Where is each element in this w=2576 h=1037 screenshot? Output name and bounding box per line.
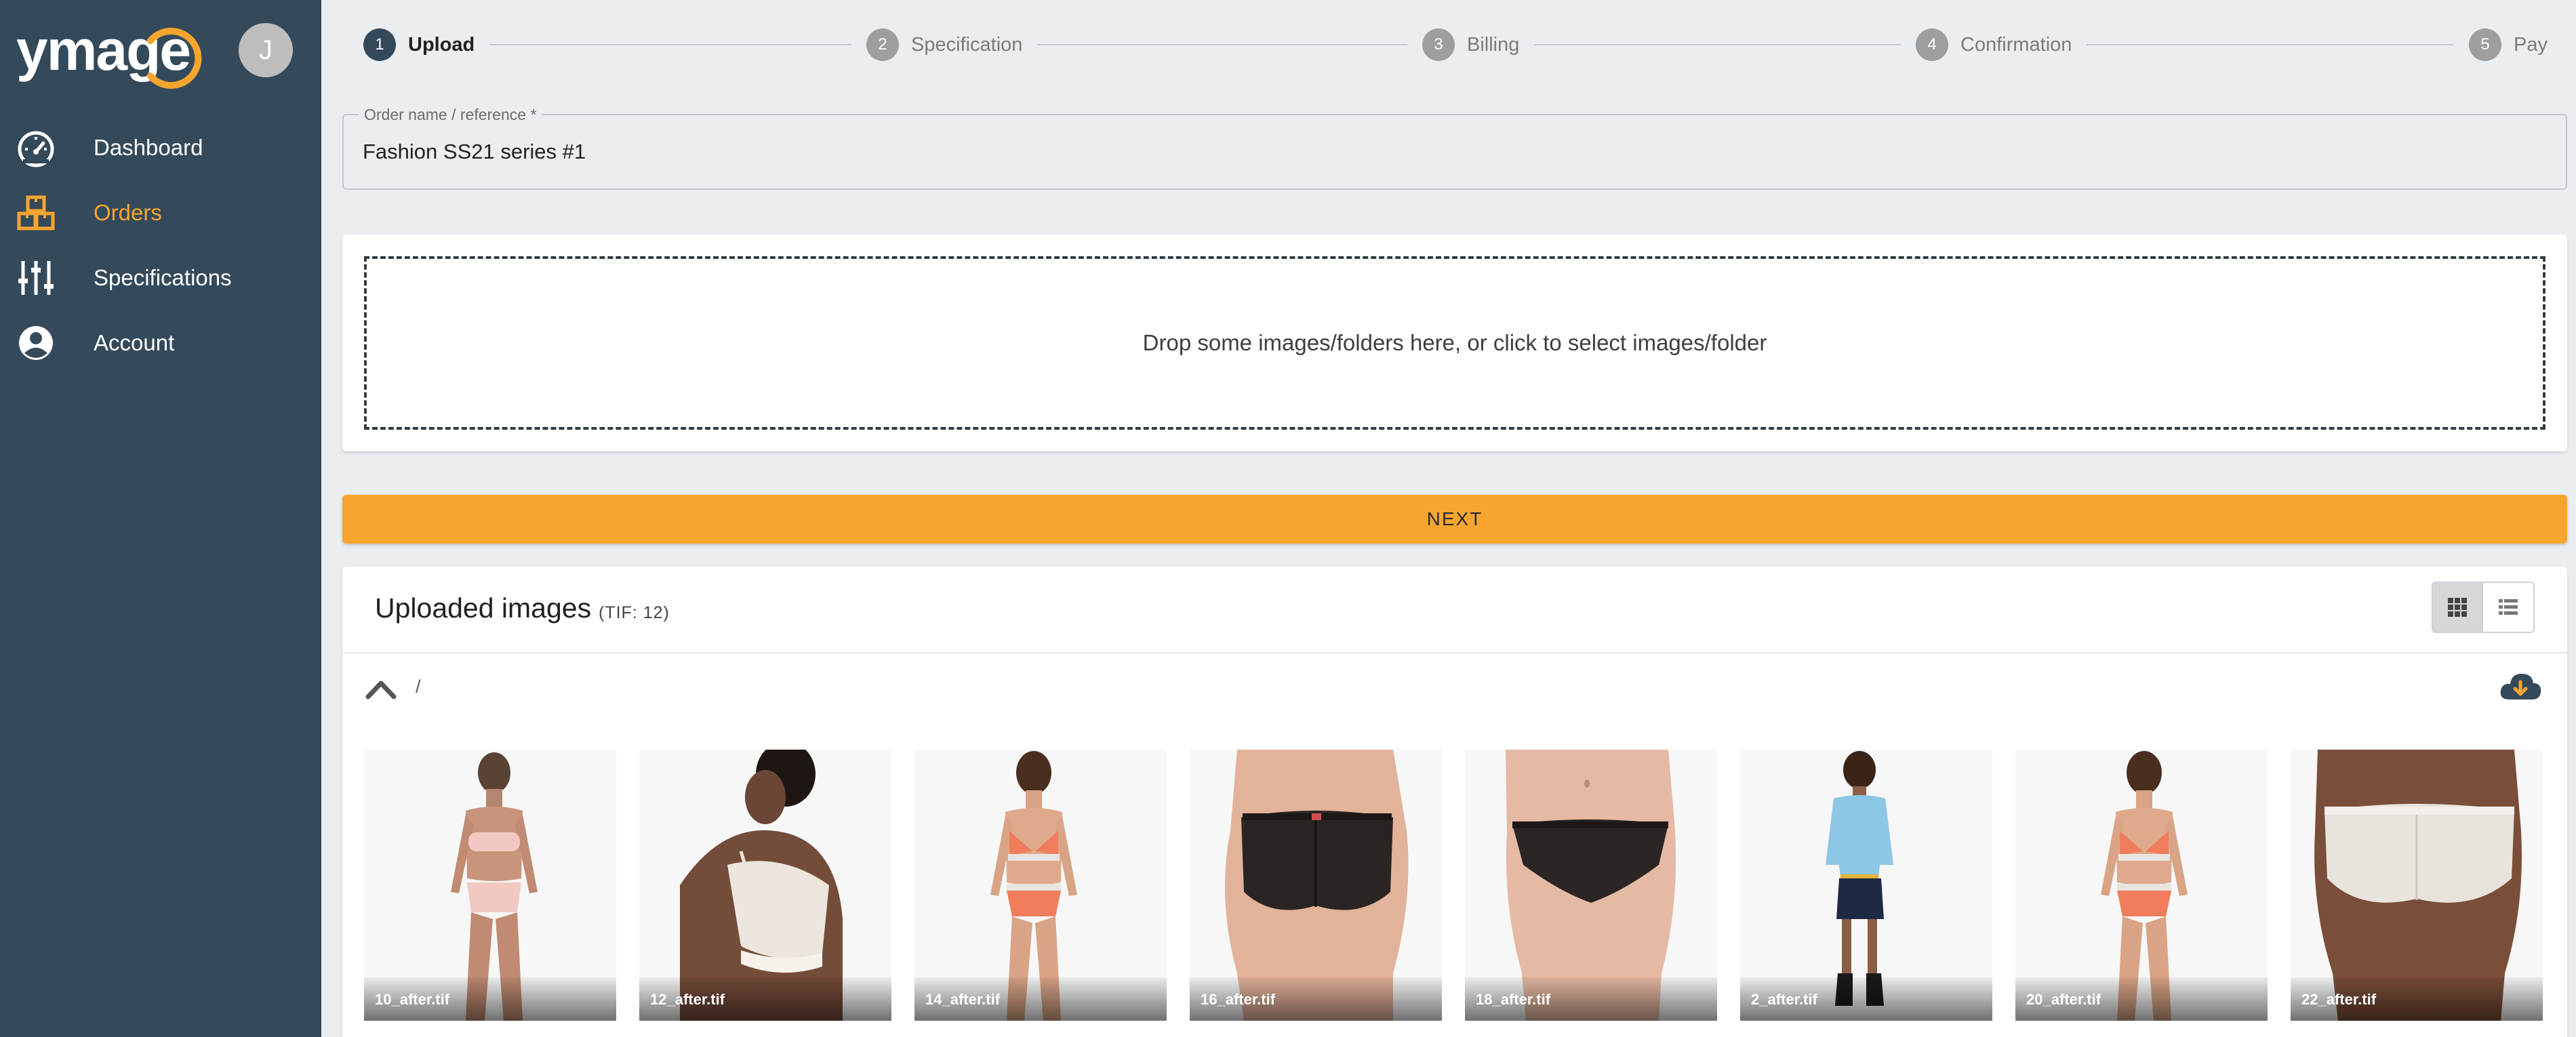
sidebar-item-dashboard[interactable]: Dashboard [0,115,321,180]
image-thumbnail[interactable]: 22_after.tif [2291,750,2543,1021]
thumbnail-caption: 20_after.tif [2015,977,2268,1021]
image-thumbnail[interactable]: 20_after.tif [2015,750,2268,1021]
thumbnail-caption: 22_after.tif [2291,977,2543,1021]
step-connector [2087,44,2454,45]
step-pay[interactable]: 5 Pay [2469,26,2548,64]
chevron-up-icon[interactable] [364,675,398,702]
image-thumbnail[interactable]: 16_after.tif [1190,750,1442,1021]
thumbnail-caption: 10_after.tif [364,977,616,1021]
step-label: Pay [2514,33,2548,56]
step-label: Specification [911,33,1023,56]
step-number: 3 [1422,28,1455,61]
list-view-icon [2499,599,2518,615]
order-name-label: Order name / reference * [359,106,542,124]
uploaded-images-title: Uploaded images [375,592,592,624]
thumbnail-caption: 2_after.tif [1740,977,1992,1021]
order-name-value[interactable]: Fashion SS21 series #1 [363,140,586,164]
sidebar-item-label: Orders [94,200,162,225]
ymage-logo[interactable]: ymage [16,18,202,89]
thumbnail-filename: 18_after.tif [1476,991,1551,1008]
next-button[interactable]: NEXT [342,495,2567,544]
thumbnail-filename: 2_after.tif [1751,991,1817,1008]
thumbnail-filename: 14_after.tif [925,991,1001,1008]
boxes-icon [16,193,56,232]
thumbnail-caption: 14_after.tif [914,977,1167,1021]
sidebar-nav: Dashboard Orders Specifications Account [0,115,321,375]
step-connector [1037,44,1407,45]
step-label: Confirmation [1960,33,2072,56]
thumbnail-filename: 22_after.tif [2301,991,2377,1008]
sidebar-item-account[interactable]: Account [0,310,321,375]
dropzone-text: Drop some images/folders here, or click … [1142,330,1767,355]
thumbnail-filename: 10_after.tif [375,991,450,1008]
thumbnail-filename: 12_after.tif [650,991,725,1008]
step-number: 5 [2469,28,2501,61]
step-label: Upload [408,33,475,56]
uploaded-images-header: Uploaded images (TIF: 12) [342,567,2567,653]
user-avatar[interactable]: J [239,23,293,77]
order-stepper: 1 Upload 2 Specification 3 Billing 4 Con… [363,26,2557,64]
order-name-field[interactable]: Order name / reference * Fashion SS21 se… [342,106,2567,190]
step-number: 4 [1916,28,1948,61]
image-thumbnail[interactable]: 2_after.tif [1740,750,1992,1021]
thumbnail-caption: 12_after.tif [639,977,891,1021]
grid-view-icon [2448,598,2467,617]
sidebar-item-specifications[interactable]: Specifications [0,245,321,310]
step-label: Billing [1467,33,1520,56]
sidebar-item-label: Account [94,330,175,355]
step-confirmation[interactable]: 4 Confirmation [1916,26,2072,64]
grid-view-button[interactable] [2433,583,2483,632]
sidebar-item-label: Dashboard [94,135,203,160]
uploaded-images-count: (TIF: 12) [599,603,670,622]
logo-arc-icon [147,28,202,89]
step-upload[interactable]: 1 Upload [363,26,475,64]
image-thumbnail[interactable]: 12_after.tif [639,750,891,1021]
step-number: 1 [363,28,396,61]
step-connector [489,44,851,45]
uploaded-images-card: Uploaded images (TIF: 12) / 10_after.tif… [342,567,2567,1037]
step-specification[interactable]: 2 Specification [866,26,1022,64]
folder-bar: / [342,655,2567,723]
step-connector [1534,44,1901,45]
sidebar-item-label: Specifications [94,265,232,290]
speedometer-icon [16,128,56,167]
image-grid: 10_after.tif 12_after.tif 14_after.tif 1… [364,750,2560,1021]
list-view-button[interactable] [2483,583,2533,632]
sliders-icon [16,258,56,298]
sidebar: ymage J Dashboard Orders Specifications [0,0,321,1037]
step-billing[interactable]: 3 Billing [1422,26,1519,64]
image-dropzone[interactable]: Drop some images/folders here, or click … [364,256,2545,430]
thumbnail-caption: 16_after.tif [1190,977,1442,1021]
image-thumbnail[interactable]: 10_after.tif [364,750,616,1021]
step-number: 2 [866,28,899,61]
image-thumbnail[interactable]: 14_after.tif [914,750,1167,1021]
thumbnail-filename: 16_after.tif [1201,991,1276,1008]
sidebar-item-orders[interactable]: Orders [0,180,321,245]
dropzone-card: Drop some images/folders here, or click … [342,235,2567,451]
thumbnail-caption: 18_after.tif [1465,977,1717,1021]
image-thumbnail[interactable]: 18_after.tif [1465,750,1717,1021]
view-toggle [2432,582,2535,633]
thumbnail-filename: 20_after.tif [2026,991,2101,1008]
account-circle-icon [16,323,56,363]
cloud-download-icon[interactable] [2498,668,2543,706]
folder-path: / [416,676,421,697]
